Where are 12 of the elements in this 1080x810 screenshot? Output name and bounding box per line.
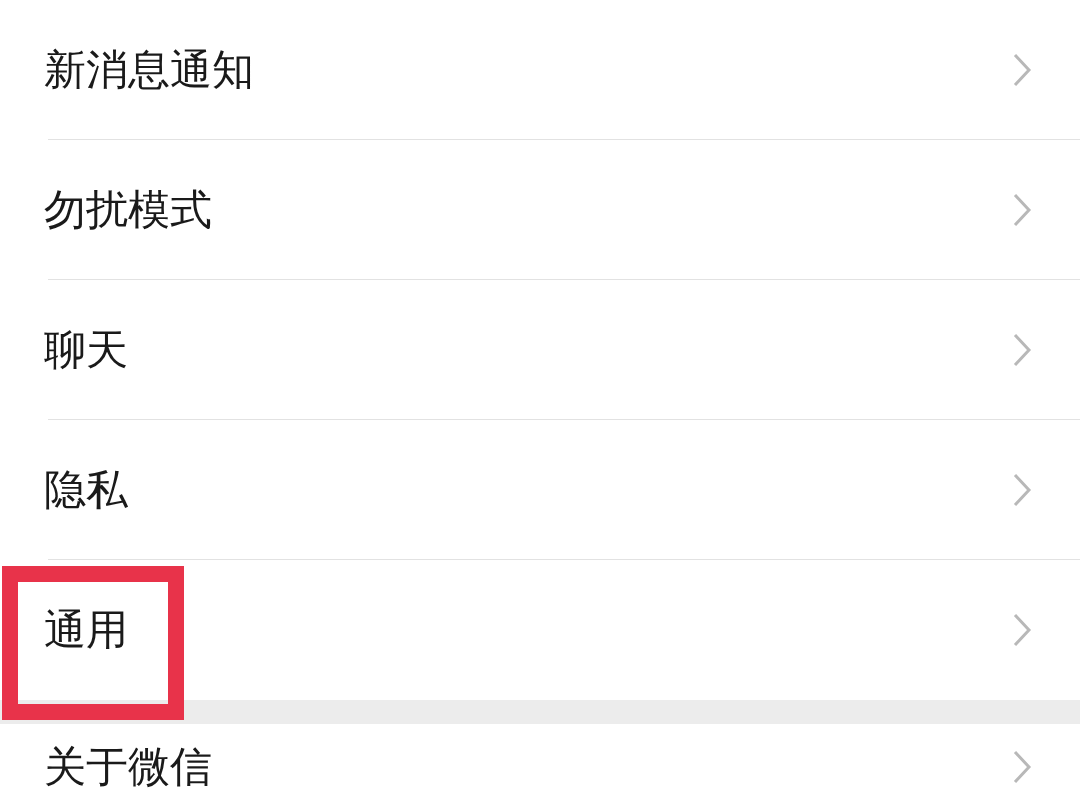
settings-item-label[interactable]: 关于微信: [44, 739, 212, 795]
settings-item-label[interactable]: 勿扰模式: [44, 182, 212, 238]
settings-item-label[interactable]: 通用: [44, 602, 128, 658]
chevron-icon: [1012, 52, 1032, 88]
chevron-icon: [1012, 749, 1032, 785]
chevron-icon: [1012, 192, 1032, 228]
settings-item-label[interactable]: 聊天: [44, 322, 128, 378]
chevron-icon: [1012, 612, 1032, 648]
chevron-icon: [1012, 332, 1032, 368]
settings-item-label[interactable]: 隐私: [44, 462, 128, 518]
settings-item-label[interactable]: 新消息通知: [44, 42, 254, 98]
chevron-icon: [1012, 472, 1032, 508]
